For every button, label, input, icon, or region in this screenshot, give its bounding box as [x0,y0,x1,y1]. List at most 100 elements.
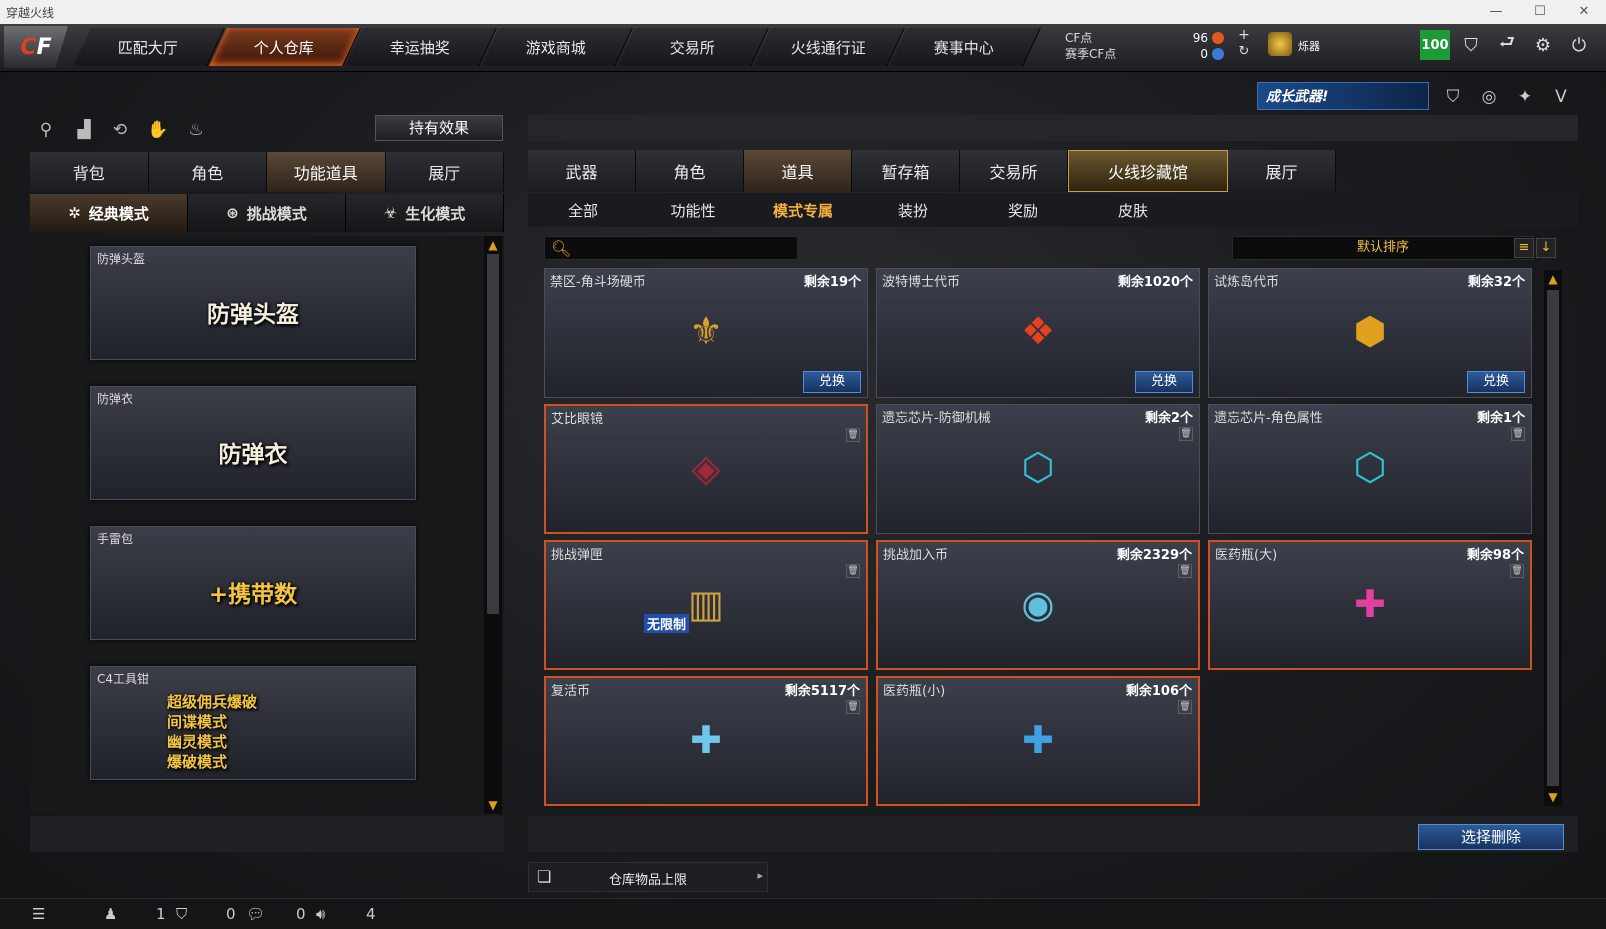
right-scrollbar[interactable]: ▲ ▼ [1544,270,1562,806]
window-titlebar: 穿越火线 — ☐ ✕ [0,0,1606,24]
item-vest[interactable]: 防弹衣 防弹衣 [90,386,416,500]
mode-classic[interactable]: ✲ 经典模式 [30,194,188,232]
tab-weapons[interactable]: 武器 [528,150,636,192]
subtab-rewards[interactable]: 奖励 [968,193,1078,227]
subtab-functional[interactable]: 功能性 [638,193,748,227]
subtab-all[interactable]: 全部 [528,193,638,227]
exchange-button[interactable]: 兑换 [1467,371,1525,393]
tab-trade[interactable]: 交易所 [960,150,1068,192]
tab-showroom[interactable]: 展厅 [1228,150,1336,192]
v-icon[interactable]: V [1548,84,1574,110]
chat-icon[interactable]: 💬︎ [246,905,265,923]
item-card[interactable]: 遗忘芯片-角色属性 剩余1个 🗑︎ ⬡ [1208,404,1532,534]
scroll-down-icon[interactable]: ▼ [484,796,502,814]
emblem-icon[interactable]: ⛉ [1440,84,1466,110]
subtab-mode-exclusive[interactable]: 模式专属 [748,193,858,227]
list-icon[interactable]: ≡ [1514,238,1534,258]
nav-tab-exchange[interactable]: 交易所 [617,28,769,66]
exchange-button[interactable]: 兑换 [803,371,861,393]
guild-icon[interactable]: ⛉ [176,905,187,923]
globe-icon[interactable]: ◎ [1476,84,1502,110]
maximize-button[interactable]: ☐ [1518,0,1562,24]
right-header-bar [528,115,1578,141]
item-card[interactable]: 挑战弹匣 🗑︎ ▥ 无限制 [544,540,868,670]
item-card[interactable]: 医药瓶(小) 剩余106个 🗑︎ ✚ [876,676,1200,806]
item-card[interactable]: 试炼岛代币 剩余32个 ⬢ 兑换 [1208,268,1532,398]
hold-effect-button[interactable]: 持有效果 [375,115,503,141]
nav-tab-match-hall[interactable]: 匹配大厅 [73,28,225,66]
trash-icon[interactable]: 🗑︎ [1511,427,1525,441]
item-card[interactable]: 挑战加入币 剩余2329个 🗑︎ ◉ [876,540,1200,670]
select-delete-button[interactable]: 选择删除 [1418,824,1564,850]
item-card[interactable]: 波特博士代币 剩余1020个 ❖ 兑换 [876,268,1200,398]
nav-tab-events[interactable]: 赛事中心 [889,28,1041,66]
sort-dropdown[interactable]: 默认排序 [1232,236,1534,260]
item-card[interactable]: 禁区-角斗场硬币 剩余19个 ⚜ 兑换 [544,268,868,398]
item-helmet[interactable]: 防弹头盔 防弹头盔 [90,246,416,360]
sort-down-icon[interactable]: ↓ [1536,238,1556,258]
item-c4-pliers[interactable]: C4工具钳 超级佣兵爆破 间谍模式 幽灵模式 爆破模式 [90,666,416,780]
tab-backpack[interactable]: 背包 [30,152,149,192]
nav-tab-pass[interactable]: 火线通行证 [753,28,905,66]
tab-roles[interactable]: 角色 [636,150,744,192]
tab-storage-box[interactable]: 暂存箱 [852,150,960,192]
subtab-skins[interactable]: 皮肤 [1078,193,1188,227]
return-icon[interactable]: ⮐ [1494,32,1520,58]
subtab-dress[interactable]: 装扮 [858,193,968,227]
search-input[interactable]: 🔍︎ [544,236,798,260]
scroll-thumb[interactable] [1547,290,1559,786]
trash-icon[interactable]: 🗑︎ [846,428,860,442]
menu-icon[interactable]: ☰ [32,905,45,923]
tab-hall[interactable]: 展厅 [385,152,504,192]
item-card[interactable]: 艾比眼镜 🗑︎ ◈ [544,404,868,534]
trash-icon[interactable]: 🗑︎ [1178,564,1192,578]
speaker-icon[interactable]: 🔊︎ [316,905,325,923]
tab-items[interactable]: 道具 [744,150,852,192]
nav-tab-shop[interactable]: 游戏商城 [481,28,633,66]
history-icon[interactable]: ⟲ [106,116,134,144]
item-card[interactable]: 医药瓶(大) 剩余98个 🗑︎ ✚ [1208,540,1532,670]
mode-label: 挑战模式 [246,204,307,223]
mode-challenge[interactable]: ⊛ 挑战模式 [188,194,346,232]
scroll-down-icon[interactable]: ▼ [1544,788,1562,806]
mode-biochemical[interactable]: ☣ 生化模式 [346,194,504,232]
left-scrollbar[interactable]: ▲ ▼ [484,236,502,814]
trash-icon[interactable]: 🗑︎ [1510,564,1524,578]
scroll-thumb[interactable] [487,254,499,614]
item-card[interactable]: 复活币 剩余5117个 🗑︎ ✚ [544,676,868,806]
minimize-button[interactable]: — [1474,0,1518,24]
item-grenade-pack[interactable]: 手雷包 +携带数 [90,526,416,640]
trial-token-icon: ⬢ [1353,309,1387,353]
scroll-up-icon[interactable]: ▲ [1544,270,1562,288]
crest-icon[interactable]: ✦ [1512,84,1538,110]
gear-icon[interactable]: ⚙ [1530,32,1556,58]
bag-icon[interactable]: ♨ [182,116,210,144]
item-name: 遗忘芯片-角色属性 [1214,411,1323,426]
tab-character[interactable]: 角色 [148,152,267,192]
power-icon[interactable]: ⏻ [1566,32,1592,58]
grenade-art: +携带数 [208,582,298,608]
nav-tab-lottery[interactable]: 幸运抽奖 [345,28,497,66]
friends-icon[interactable]: ♟ [104,905,117,923]
refresh-icon[interactable]: ↻ [1234,42,1254,60]
rank-badge-icon[interactable] [1268,32,1292,56]
trash-icon[interactable]: 🗑︎ [1178,700,1192,714]
growth-weapon-banner[interactable]: 成长武器! [1257,82,1429,110]
close-button[interactable]: ✕ [1562,0,1606,24]
trash-icon[interactable]: 🗑︎ [1179,427,1193,441]
storage-limit-bar[interactable]: ❏ 仓库物品上限 ▸ [528,862,768,892]
volume-value: 4 [366,905,376,923]
shield-icon[interactable]: ⛉ [1458,32,1484,58]
podium-icon[interactable]: ▟ [70,116,98,144]
cf-logo[interactable]: CF [4,26,68,68]
nav-tab-warehouse[interactable]: 个人仓库 [209,28,361,66]
scroll-up-icon[interactable]: ▲ [484,236,502,254]
trash-icon[interactable]: 🗑︎ [846,564,860,578]
tab-collection[interactable]: 火线珍藏馆 [1068,150,1228,192]
item-card[interactable]: 遗忘芯片-防御机械 剩余2个 🗑︎ ⬡ [876,404,1200,534]
trash-icon[interactable]: 🗑︎ [846,700,860,714]
toggle-off-icon[interactable]: ⚲ [32,116,60,144]
tab-function-items[interactable]: 功能道具 [267,152,386,192]
exchange-button[interactable]: 兑换 [1135,371,1193,393]
hand-icon[interactable]: ✋ [144,116,172,144]
